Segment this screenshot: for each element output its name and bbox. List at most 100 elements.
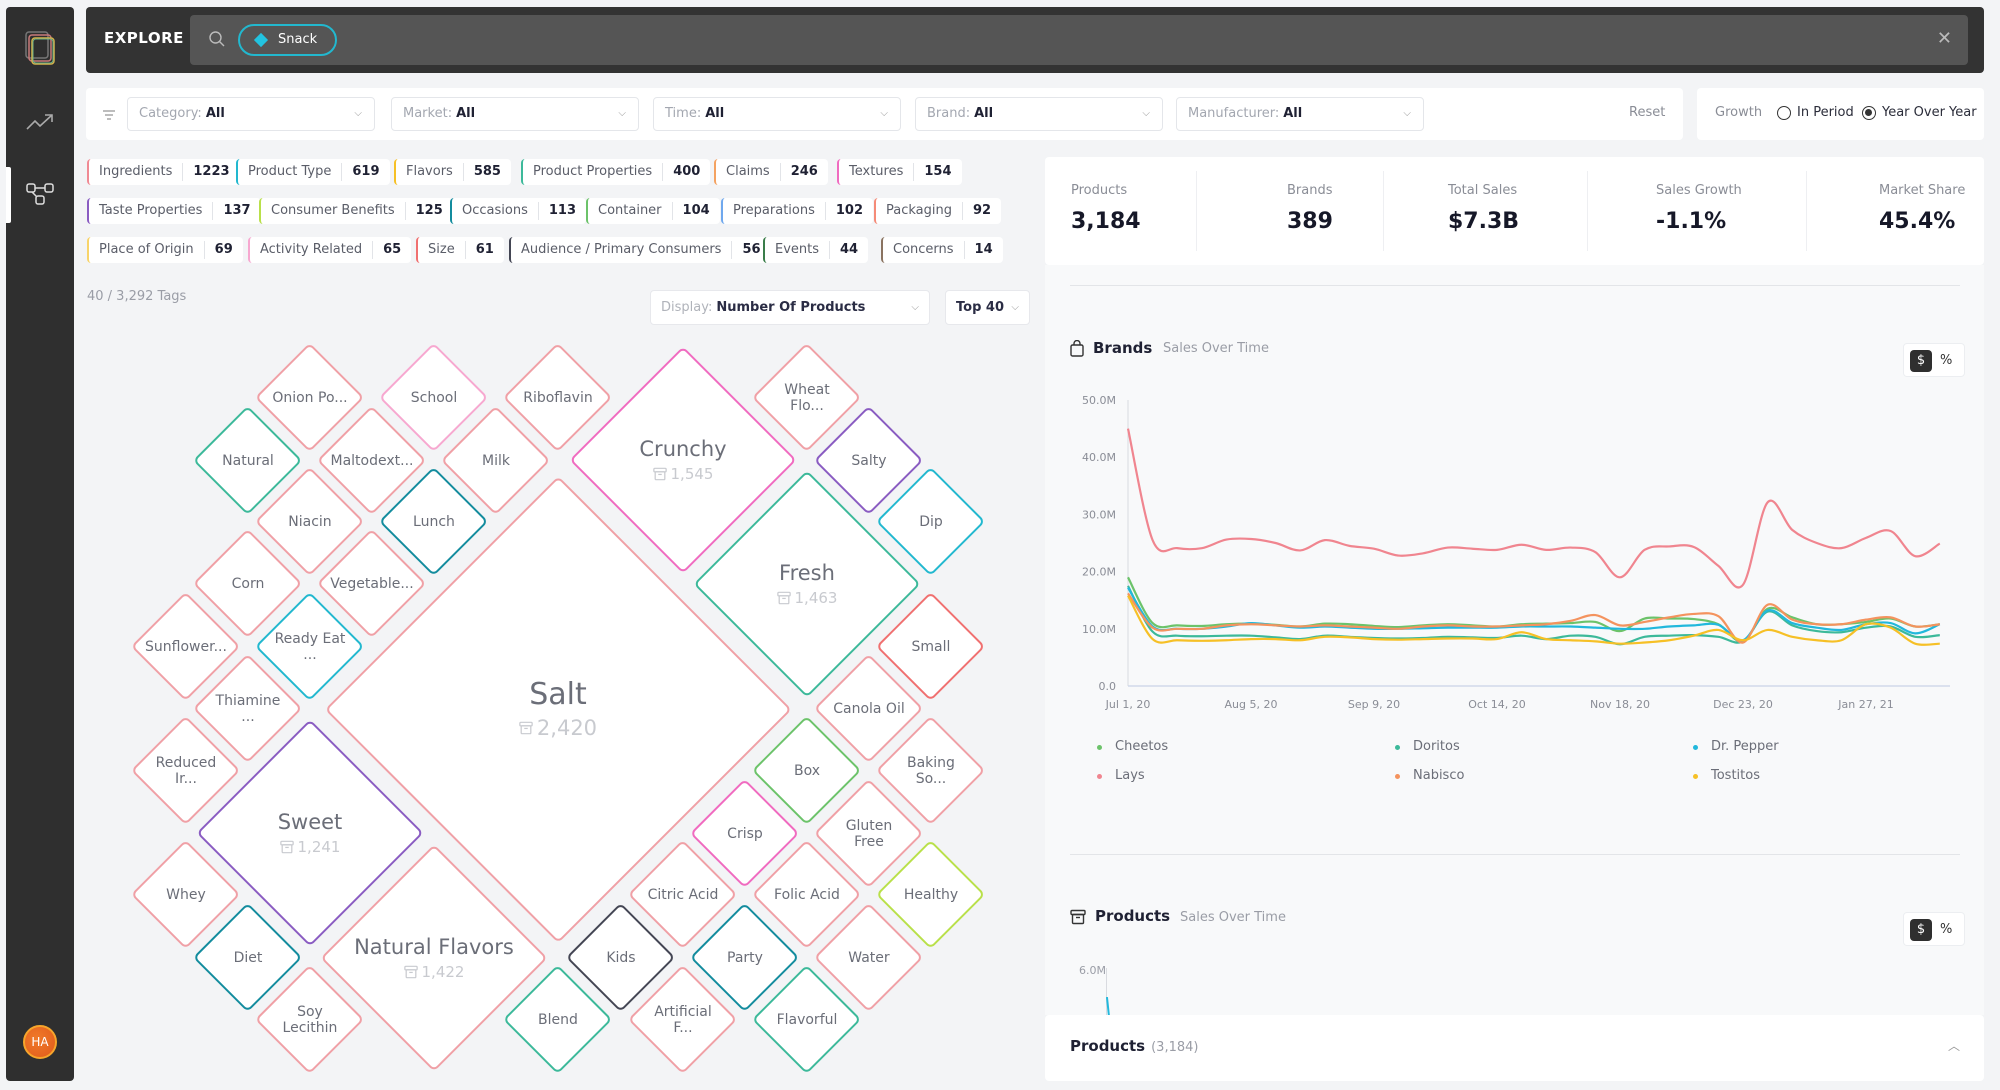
- percent-toggle-button[interactable]: %: [1940, 350, 1952, 372]
- products-section-header[interactable]: Products (3,184) ︿: [1045, 1015, 1984, 1081]
- tag-name: Kids: [606, 949, 636, 966]
- tag-name: Sweet: [277, 809, 343, 834]
- tag-name: Corn: [231, 575, 265, 592]
- stat-value: 389: [1287, 209, 1333, 234]
- select-label: Manufacturer:: [1188, 106, 1280, 121]
- tag-name: Box: [793, 762, 820, 779]
- y-tick-label: 10.0M: [1082, 623, 1116, 636]
- shopping-bag-icon: [1070, 339, 1084, 361]
- tag-name: Salt: [529, 677, 587, 713]
- tag-name: Diet: [233, 949, 263, 966]
- tag-diamond-reduced-ir[interactable]: Reduced Ir...: [131, 716, 241, 826]
- chevron-down-icon: ⌵: [1142, 108, 1150, 119]
- x-tick-label: Jan 27, 21: [1837, 698, 1893, 711]
- tag-name: Lunch: [413, 513, 455, 530]
- tag-diamond-dip[interactable]: Dip: [876, 467, 986, 577]
- tag-name: Fresh: [779, 560, 835, 585]
- close-icon[interactable]: ✕: [1937, 28, 1952, 49]
- radio-in-period[interactable]: [1777, 106, 1791, 120]
- manufacturer-select[interactable]: Manufacturer: All ⌵: [1176, 97, 1424, 131]
- products-chart-subtitle: Sales Over Time: [1180, 910, 1286, 925]
- tag-count-value: 1,545: [670, 464, 714, 483]
- legend-item-cheetos[interactable]: Cheetos: [1097, 739, 1168, 754]
- brands-line-chart: 0.0 10.0M 20.0M 30.0M 40.0M 50.0M Jul 1, 20 Aug…: [1082, 394, 1950, 711]
- tag-name: Thiamine ...: [215, 692, 281, 725]
- stat-value: -1.1%: [1656, 209, 1727, 234]
- tag-name: Milk: [482, 452, 510, 469]
- tag-name: Artificial F...: [654, 1003, 712, 1036]
- legend-dot: [1097, 774, 1102, 779]
- tag-name: Whey: [166, 886, 206, 903]
- reset-button[interactable]: Reset: [1629, 105, 1665, 120]
- legend-label: Doritos: [1413, 739, 1460, 754]
- x-tick-label: Nov 18, 20: [1590, 698, 1650, 711]
- tag-name: Water: [848, 949, 890, 966]
- tag-count-value: 1,241: [297, 837, 341, 856]
- legend-dot: [1097, 745, 1102, 750]
- tag-name: Party: [727, 949, 763, 966]
- legend-item-doritos[interactable]: Doritos: [1395, 739, 1460, 754]
- tag-diamond-blend[interactable]: Blend: [503, 965, 613, 1075]
- growth-toggle: Growth In Period Year Over Year: [1697, 88, 1984, 140]
- tag-name: Onion Po...: [272, 389, 348, 406]
- radio-label-year-over-year[interactable]: Year Over Year: [1882, 105, 1977, 120]
- chevron-up-icon[interactable]: ︿: [1948, 1037, 1960, 1054]
- legend-label: Nabisco: [1413, 768, 1465, 783]
- tag-name: Natural: [222, 452, 274, 469]
- tag-name: Reduced Ir...: [155, 754, 217, 787]
- divider: [1070, 854, 1960, 855]
- tag-name: Gluten Free: [845, 817, 893, 850]
- tag-name: Salty: [851, 452, 887, 469]
- tag-name: Soy Lecithin: [282, 1003, 338, 1036]
- y-tick-label: 0.0: [1099, 680, 1117, 693]
- tag-name: Crunchy: [639, 436, 727, 461]
- tag-name: Flavorful: [776, 1011, 838, 1028]
- stat-value: $7.3B: [1448, 209, 1520, 234]
- archive-box-icon: [519, 722, 533, 735]
- tag-count: 1,241: [279, 837, 341, 856]
- x-tick-label: Aug 5, 20: [1225, 698, 1278, 711]
- tag-diamond-soy-lecithin[interactable]: Soy Lecithin: [255, 965, 365, 1075]
- y-tick-label: 30.0M: [1082, 508, 1116, 521]
- charts-scroll-area[interactable]: Brands Sales Over Time $ % 0.0 10.0M 20.0M…: [1045, 265, 1984, 1018]
- tag-name: Folic Acid: [774, 886, 840, 903]
- legend-item-tostitos[interactable]: Tostitos: [1693, 768, 1760, 783]
- archive-box-icon: [403, 965, 418, 979]
- legend-label: Lays: [1115, 768, 1145, 783]
- tag-count-value: 1,422: [421, 962, 465, 981]
- divider: [1196, 171, 1197, 251]
- stat-label: Market Share: [1879, 183, 1966, 198]
- percent-toggle-button[interactable]: %: [1940, 919, 1952, 941]
- tag-count-value: 1,463: [794, 588, 838, 607]
- archive-box-icon: [652, 467, 667, 481]
- tag-diamond-fresh[interactable]: Fresh 1,463: [693, 470, 921, 698]
- tag-name: Healthy: [903, 886, 959, 903]
- radio-label-in-period[interactable]: In Period: [1797, 105, 1854, 120]
- series-line-lays: [1126, 428, 1941, 589]
- y-tick-label: 50.0M: [1082, 394, 1116, 407]
- x-tick-label: Oct 14, 20: [1468, 698, 1526, 711]
- tag-diamond-artificial-f[interactable]: Artificial F...: [628, 965, 738, 1075]
- tag-name: Citric Acid: [647, 886, 719, 903]
- tag-diamond-map: Salt 2,420 Crunchy 1,545 Fresh 1,463 Natural F…: [0, 0, 1040, 1090]
- archive-box-icon: [279, 840, 294, 854]
- products-section-count: (3,184): [1151, 1040, 1199, 1055]
- tag-diamond-salt[interactable]: Salt 2,420: [324, 475, 792, 943]
- tag-diamond-flavorful[interactable]: Flavorful: [752, 965, 862, 1075]
- legend-dot: [1395, 774, 1400, 779]
- legend-item-lays[interactable]: Lays: [1097, 768, 1145, 783]
- tag-diamond-sweet[interactable]: Sweet 1,241: [196, 719, 424, 947]
- y-tick-label: 6.0M: [1079, 964, 1106, 977]
- stat-value: 45.4%: [1879, 209, 1956, 234]
- radio-year-over-year[interactable]: [1862, 106, 1876, 120]
- tag-name: Wheat Flo...: [784, 381, 830, 414]
- dollar-toggle-button[interactable]: $: [1910, 350, 1932, 372]
- tag-name: Dip: [919, 513, 943, 530]
- tag-name: Natural Flavors: [354, 934, 514, 959]
- y-tick-label: 20.0M: [1082, 566, 1116, 579]
- legend-item-dr-pepper[interactable]: Dr. Pepper: [1693, 739, 1779, 754]
- series-line-dr-pepper: [1127, 587, 1941, 642]
- legend-item-nabisco[interactable]: Nabisco: [1395, 768, 1465, 783]
- dollar-toggle-button[interactable]: $: [1910, 919, 1932, 941]
- tag-name: Vegetable...: [330, 575, 414, 592]
